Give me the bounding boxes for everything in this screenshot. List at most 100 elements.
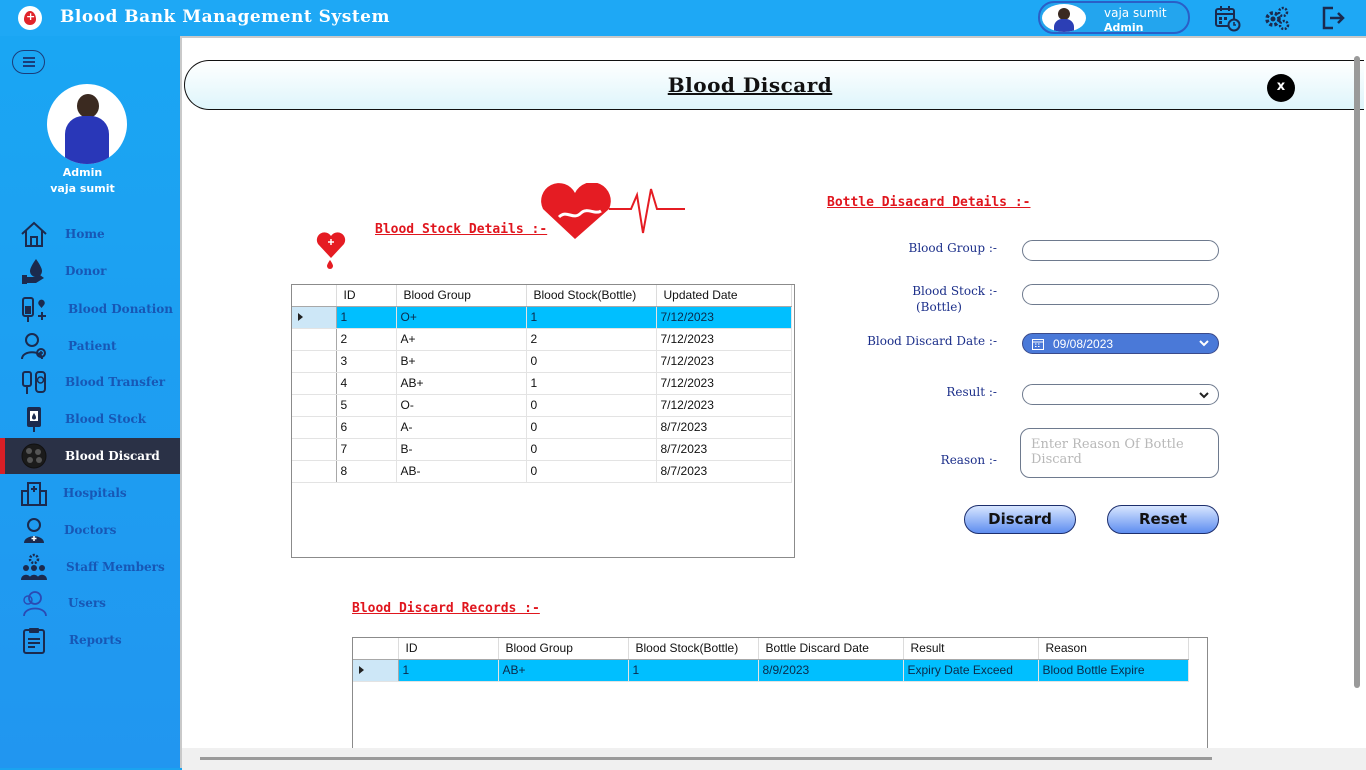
current-row-arrow-icon: [359, 666, 364, 674]
reason-textarea[interactable]: Enter Reason Of Bottle Discard: [1020, 428, 1219, 478]
sidebar-item-doctors[interactable]: Doctors: [0, 512, 180, 548]
table-cell[interactable]: 4: [336, 372, 397, 395]
table-cell[interactable]: 7/12/2023: [656, 372, 792, 395]
table-cell[interactable]: AB+: [498, 659, 629, 682]
table-cell[interactable]: Blood Bottle Expire: [1038, 659, 1189, 682]
table-cell[interactable]: 7/12/2023: [656, 350, 792, 373]
close-button[interactable]: x: [1267, 74, 1295, 102]
table-cell[interactable]: 5: [336, 394, 397, 417]
table-cell[interactable]: A+: [396, 328, 527, 351]
discard-date-picker[interactable]: 09/08/2023: [1022, 333, 1219, 354]
table-cell[interactable]: 0: [526, 416, 657, 439]
row-header[interactable]: [292, 328, 337, 351]
table-cell[interactable]: 8/7/2023: [656, 416, 792, 439]
table-cell[interactable]: 8/7/2023: [656, 460, 792, 483]
menu-toggle-icon[interactable]: [12, 50, 45, 74]
table-cell[interactable]: 7: [336, 438, 397, 461]
blood-stock-table[interactable]: ID Blood Group Blood Stock(Bottle) Updated …: [291, 284, 795, 558]
table-row[interactable]: 5 O- 0 7/12/2023: [292, 394, 792, 417]
row-header[interactable]: [292, 416, 337, 439]
sidebar-item-blood-discard[interactable]: Blood Discard: [0, 438, 180, 474]
table-row[interactable]: 7 B- 0 8/7/2023: [292, 438, 792, 461]
table-cell[interactable]: 2: [526, 328, 657, 351]
records-column-header[interactable]: ID: [398, 638, 499, 660]
sidebar-item-label: Donor: [65, 264, 107, 278]
table-cell[interactable]: 2: [336, 328, 397, 351]
table-cell[interactable]: 0: [526, 350, 657, 373]
result-dropdown[interactable]: [1022, 384, 1219, 405]
table-cell[interactable]: A-: [396, 416, 527, 439]
sidebar-item-blood-donation[interactable]: Blood Donation: [0, 291, 180, 327]
chevron-down-icon: [1199, 392, 1209, 399]
settings-gears-icon[interactable]: [1263, 4, 1291, 32]
table-cell[interactable]: 7/12/2023: [656, 306, 792, 329]
table-cell[interactable]: AB-: [396, 460, 527, 483]
horizontal-scrollbar-thumb[interactable]: [200, 757, 1212, 760]
row-header[interactable]: [353, 659, 399, 682]
table-row[interactable]: 4 AB+ 1 7/12/2023: [292, 372, 792, 395]
table-cell[interactable]: 8/9/2023: [758, 659, 904, 682]
table-cell[interactable]: 1: [336, 306, 397, 329]
table-cell[interactable]: 3: [336, 350, 397, 373]
table-cell[interactable]: 1: [526, 306, 657, 329]
logout-icon[interactable]: [1319, 4, 1347, 32]
table-cell[interactable]: AB+: [396, 372, 527, 395]
sidebar-item-staff-members[interactable]: Staff Members: [0, 549, 180, 585]
blood-stock-field[interactable]: [1022, 284, 1219, 305]
table-cell[interactable]: 8: [336, 460, 397, 483]
table-cell[interactable]: 7/12/2023: [656, 328, 792, 351]
table-cell[interactable]: 8/7/2023: [656, 438, 792, 461]
table-row[interactable]: 2 A+ 2 7/12/2023: [292, 328, 792, 351]
row-header-corner: [292, 285, 337, 307]
vertical-scrollbar[interactable]: [1354, 56, 1360, 688]
calendar-icon: [1032, 339, 1044, 350]
row-header[interactable]: [292, 438, 337, 461]
records-column-header[interactable]: Reason: [1038, 638, 1189, 660]
table-cell[interactable]: 1: [526, 372, 657, 395]
table-cell[interactable]: O+: [396, 306, 527, 329]
records-column-header[interactable]: Bottle Discard Date: [758, 638, 904, 660]
table-row[interactable]: 6 A- 0 8/7/2023: [292, 416, 792, 439]
discard-records-table[interactable]: ID Blood Group Blood Stock(Bottle) Bottle D…: [352, 637, 1208, 750]
table-row[interactable]: 1 AB+ 1 8/9/2023 Expiry Date Exceed Blood Bot…: [353, 659, 1189, 682]
row-header[interactable]: [292, 306, 337, 329]
table-cell[interactable]: O-: [396, 394, 527, 417]
row-header[interactable]: [292, 372, 337, 395]
row-header[interactable]: [292, 460, 337, 483]
table-row[interactable]: 1 O+ 1 7/12/2023: [292, 306, 792, 329]
table-cell[interactable]: B+: [396, 350, 527, 373]
table-cell[interactable]: 0: [526, 394, 657, 417]
table-cell[interactable]: 1: [398, 659, 499, 682]
table-cell[interactable]: 6: [336, 416, 397, 439]
sidebar-item-users[interactable]: Users: [0, 585, 180, 621]
row-header[interactable]: [292, 394, 337, 417]
records-column-header[interactable]: Blood Stock(Bottle): [628, 638, 759, 660]
table-row[interactable]: 3 B+ 0 7/12/2023: [292, 350, 792, 373]
records-column-header[interactable]: Result: [903, 638, 1039, 660]
stock-column-header[interactable]: Blood Stock(Bottle): [526, 285, 657, 307]
table-cell[interactable]: B-: [396, 438, 527, 461]
table-cell[interactable]: 0: [526, 438, 657, 461]
calendar-clock-icon[interactable]: [1213, 4, 1241, 32]
discard-button[interactable]: Discard: [964, 505, 1076, 534]
table-cell[interactable]: Expiry Date Exceed: [903, 659, 1039, 682]
stock-column-header[interactable]: ID: [336, 285, 397, 307]
user-profile-chip[interactable]: vaja sumit Admin: [1038, 1, 1190, 34]
table-cell[interactable]: 7/12/2023: [656, 394, 792, 417]
table-row[interactable]: 8 AB- 0 8/7/2023: [292, 460, 792, 483]
stock-column-header[interactable]: Blood Group: [396, 285, 527, 307]
sidebar-item-hospitals[interactable]: Hospitals: [0, 475, 180, 511]
stock-column-header[interactable]: Updated Date: [656, 285, 792, 307]
reset-button[interactable]: Reset: [1107, 505, 1219, 534]
records-column-header[interactable]: Blood Group: [498, 638, 629, 660]
sidebar-item-reports[interactable]: Reports: [0, 622, 180, 658]
row-header[interactable]: [292, 350, 337, 373]
sidebar-item-patient[interactable]: Patient: [0, 328, 180, 364]
table-cell[interactable]: 1: [628, 659, 759, 682]
sidebar-item-blood-transfer[interactable]: Blood Transfer: [0, 364, 180, 400]
blood-group-field[interactable]: [1022, 240, 1219, 261]
sidebar-item-blood-stock[interactable]: Blood Stock: [0, 401, 180, 437]
sidebar-item-home[interactable]: Home: [0, 216, 180, 252]
table-cell[interactable]: 0: [526, 460, 657, 483]
sidebar-item-donor[interactable]: Donor: [0, 253, 180, 289]
